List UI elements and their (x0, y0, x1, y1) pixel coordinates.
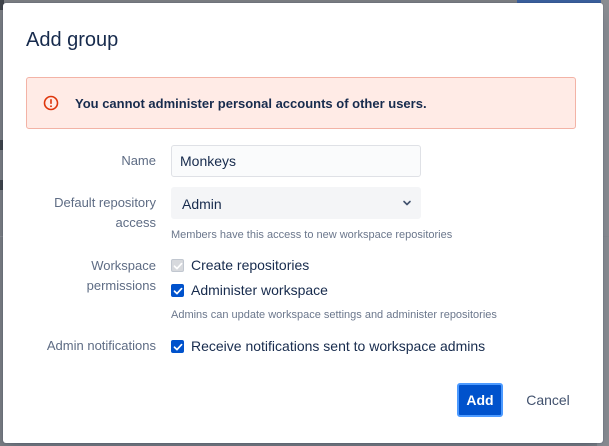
administer-workspace-option[interactable]: Administer workspace (171, 281, 328, 299)
permissions-label: Workspace permissions (16, 256, 156, 296)
default-access-selected: Admin (182, 196, 222, 212)
cancel-button[interactable]: Cancel (517, 383, 579, 417)
checkmark-icon (173, 343, 183, 350)
administer-workspace-checkbox[interactable] (171, 283, 184, 297)
add-group-dialog: Add group You cannot administer personal… (3, 3, 603, 443)
alert-message: You cannot administer personal accounts … (75, 96, 427, 111)
add-button[interactable]: Add (457, 383, 503, 417)
default-access-label: Default repository access (16, 193, 156, 233)
default-access-label-line2: access (115, 215, 156, 230)
permissions-label-line2: permissions (86, 278, 156, 293)
name-label: Name (121, 153, 156, 168)
checkmark-icon (173, 262, 183, 269)
error-alert: You cannot administer personal accounts … (26, 77, 576, 129)
dialog-title: Add group (26, 29, 119, 51)
administer-workspace-label: Administer workspace (191, 282, 328, 298)
default-access-label-line1: Default repository (54, 195, 156, 210)
default-access-helper: Members have this access to new workspac… (171, 229, 453, 241)
error-icon (43, 95, 59, 111)
create-repositories-option[interactable]: Create repositories (171, 256, 309, 274)
permissions-label-line1: Workspace (91, 258, 156, 273)
name-input-container (171, 145, 421, 177)
receive-notifications-checkbox[interactable] (171, 339, 184, 353)
checkmark-icon (173, 287, 183, 294)
permissions-helper: Admins can update workspace settings and… (171, 309, 497, 321)
receive-notifications-label: Receive notifications sent to workspace … (191, 338, 486, 354)
notifications-label: Admin notifications (46, 338, 156, 353)
create-repositories-label: Create repositories (191, 257, 310, 273)
default-access-select[interactable]: Admin (171, 187, 421, 219)
create-repositories-checkbox[interactable] (171, 258, 184, 272)
name-input[interactable] (172, 146, 420, 176)
receive-notifications-option[interactable]: Receive notifications sent to workspace … (171, 337, 485, 355)
chevron-down-icon (403, 200, 411, 206)
